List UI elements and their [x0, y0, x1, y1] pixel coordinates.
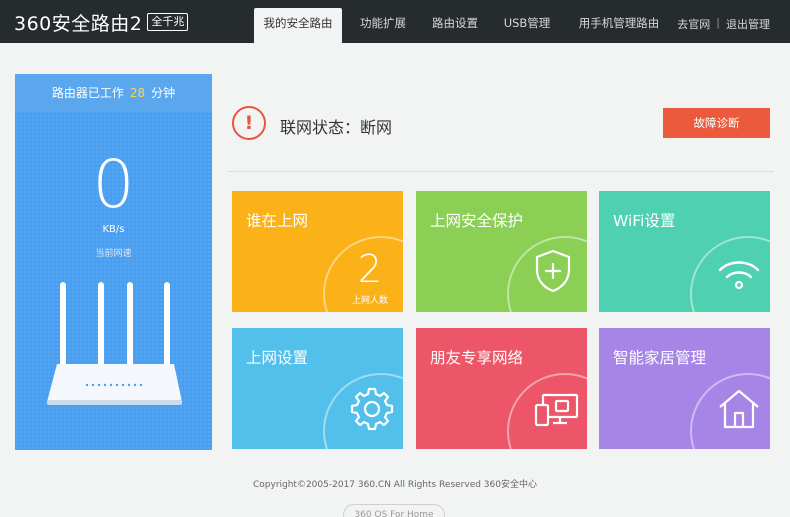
uptime-value: 28	[129, 86, 146, 100]
devices-icon	[534, 393, 579, 427]
shield-plus-icon	[535, 249, 571, 293]
top-bar: 360安全路由2 全千兆 我的安全路由 功能扩展 路由设置 USB管理 用手机管…	[0, 0, 790, 43]
online-count-label: 上网人数	[351, 296, 388, 306]
online-count-value: 2	[357, 247, 383, 291]
logo: 360安全路由2 全千兆	[14, 10, 189, 35]
tile-smart-home[interactable]: 智能家居管理	[599, 328, 770, 449]
main-nav: 我的安全路由 功能扩展 路由设置 USB管理 用手机管理路由	[254, 8, 674, 43]
tile-title: 上网设置	[246, 349, 309, 367]
home-icon	[719, 389, 759, 429]
tile-wifi-settings[interactable]: WiFi设置	[599, 191, 770, 312]
copyright-text: Copyright©2005-2017 360.CN All Rights Re…	[252, 480, 537, 490]
tab-my-router[interactable]: 我的安全路由	[254, 8, 342, 43]
tab-mobile-manage[interactable]: 用手机管理路由	[564, 8, 674, 43]
speed-value: 0	[92, 146, 135, 223]
diagnose-button[interactable]: 故障诊断	[663, 108, 770, 138]
tab-usb[interactable]: USB管理	[492, 8, 562, 43]
tab-extensions[interactable]: 功能扩展	[348, 8, 418, 43]
link-separator: |	[716, 16, 720, 29]
tile-title: 朋友专享网络	[430, 349, 524, 367]
tile-title: 智能家居管理	[613, 349, 707, 367]
top-links: 去官网 | 退出管理	[677, 16, 770, 32]
speed-label: 当前网速	[95, 249, 132, 259]
tile-title: WiFi设置	[613, 212, 676, 230]
gear-icon	[350, 387, 394, 431]
alert-icon: !	[232, 106, 266, 140]
network-status-text: 联网状态：断网	[280, 118, 393, 137]
tile-security[interactable]: 上网安全保护	[416, 191, 587, 312]
speed-unit: KB/s	[102, 224, 125, 235]
logout-link[interactable]: 退出管理	[726, 16, 770, 32]
logo-badge: 全千兆	[147, 13, 189, 31]
official-site-link[interactable]: 去官网	[677, 16, 710, 32]
router-status-panel: 路由器已工作 28 分钟 0 KB/s 当前网速	[15, 74, 212, 450]
tile-who-online[interactable]: 谁在上网 2 上网人数	[232, 191, 403, 312]
uptime-prefix: 路由器已工作	[51, 86, 124, 100]
logo-text: 360安全路由2	[14, 12, 143, 35]
router-illustration	[47, 282, 182, 405]
wifi-icon	[718, 261, 760, 290]
os-badge: 360 OS For Home	[343, 504, 445, 517]
tile-title: 谁在上网	[246, 212, 309, 230]
tile-title: 上网安全保护	[430, 212, 524, 230]
divider	[228, 171, 774, 172]
tab-router-settings[interactable]: 路由设置	[420, 8, 490, 43]
uptime-unit: 分钟	[151, 86, 176, 100]
tile-internet-settings[interactable]: 上网设置	[232, 328, 403, 449]
network-status-row: ! 联网状态：断网 故障诊断	[232, 100, 770, 146]
uptime-header: 路由器已工作 28 分钟	[15, 74, 212, 112]
tile-friend-network[interactable]: 朋友专享网络	[416, 328, 587, 449]
